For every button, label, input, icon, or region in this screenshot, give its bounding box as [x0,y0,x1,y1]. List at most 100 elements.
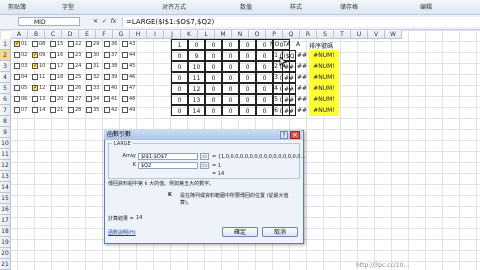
function-help-link[interactable]: 函數說明(H) [108,229,136,236]
array-input[interactable]: $I$1:$O$7 [138,153,198,160]
table-cell[interactable]: 0 [239,50,256,61]
result-cell[interactable]: #NUM! [309,83,339,94]
checkbox[interactable] [32,41,38,47]
checkbox[interactable] [104,74,110,80]
row-header[interactable]: 10 [0,138,11,149]
ta-cell[interactable]: ## [282,94,296,105]
checkbox[interactable] [32,84,38,91]
cancel-icon[interactable]: ✕ [92,18,99,25]
checkbox[interactable] [68,74,74,80]
column-header[interactable]: Q [283,30,300,39]
row-header[interactable]: 2 [0,50,11,61]
table-cell[interactable]: 0 [205,61,222,72]
table-cell[interactable]: 0 [239,39,256,50]
collapse-dialog-icon[interactable]: ▭ [200,153,209,160]
checkbox[interactable] [50,41,56,47]
table-cell[interactable]: 0 [171,72,188,83]
k-input[interactable]: $Q2 [138,162,198,169]
result-cell[interactable]: #NUM! [309,61,339,72]
checkbox[interactable] [14,107,20,113]
column-header[interactable]: U [351,30,368,39]
row-header[interactable]: 17 [0,215,11,226]
row-header[interactable]: 12 [0,160,11,171]
checkbox[interactable] [14,74,20,80]
ribbon-group-alignment[interactable]: 对齐方式 [162,2,186,11]
column-header[interactable]: C [45,30,62,39]
result-cell[interactable]: #NUM! [309,50,339,61]
enter-icon[interactable]: ✓ [101,18,108,25]
checkbox[interactable] [104,41,110,47]
checkbox[interactable] [68,107,74,113]
table-cell[interactable]: 13 [188,94,205,105]
a-cell[interactable]: ## [296,50,308,61]
table-cell[interactable]: 0 [205,94,222,105]
a-cell[interactable]: ## [296,72,308,83]
checkbox[interactable] [32,74,38,80]
checkbox[interactable] [86,107,92,113]
ta-cell[interactable]: ## [282,83,296,94]
row-header[interactable]: 16 [0,204,11,215]
a-cell[interactable]: ## [296,105,308,116]
checkbox[interactable] [32,62,38,69]
no-cell[interactable]: 3 [270,72,282,83]
table-cell[interactable]: 0 [239,105,256,116]
table-cell[interactable]: 0 [205,105,222,116]
collapse-dialog-icon[interactable]: ▭ [200,162,209,169]
checkbox[interactable] [122,41,128,47]
checkbox[interactable] [32,96,38,102]
checkbox[interactable] [122,63,128,69]
column-header[interactable]: T [334,30,351,39]
checkbox[interactable] [104,107,110,113]
dialog-title[interactable]: 函數引數 [104,130,302,140]
table-cell[interactable]: 0 [222,83,239,94]
table-cell[interactable]: 0 [171,61,188,72]
checkbox[interactable] [104,96,110,102]
table-cell[interactable]: 0 [222,105,239,116]
close-icon[interactable]: ✕ [290,131,300,139]
ribbon-group-font[interactable]: 字型 [62,2,74,11]
checkbox[interactable] [50,63,56,69]
result-cell[interactable]: #NUM! [309,72,339,83]
column-header[interactable]: A [11,30,28,39]
no-cell[interactable]: 4 [270,83,282,94]
table-cell[interactable]: 0 [239,94,256,105]
checkbox[interactable] [68,52,74,58]
row-header[interactable]: 5 [0,83,11,94]
table-cell[interactable]: 10 [188,61,205,72]
a-cell[interactable]: ## [296,94,308,105]
checkbox[interactable] [122,74,128,80]
row-header[interactable]: 21 [0,259,11,270]
checkbox[interactable] [50,74,56,80]
column-header[interactable]: S [317,30,334,39]
column-header[interactable]: I [147,30,164,39]
checkbox[interactable] [32,51,38,58]
checkbox[interactable] [32,107,38,113]
checkbox[interactable] [86,41,92,47]
checkbox[interactable] [122,52,128,58]
table-cell[interactable]: 0 [222,61,239,72]
checkbox[interactable] [68,85,74,91]
table-cell[interactable]: 0 [171,83,188,94]
ribbon-group-cells[interactable]: 储存格 [340,2,358,11]
checkbox[interactable] [14,52,20,58]
column-header[interactable]: P [266,30,283,39]
checkbox[interactable] [50,52,56,58]
column-header[interactable]: M [215,30,232,39]
ribbon-group-styles[interactable]: 样式 [290,2,302,11]
a-cell[interactable]: ## [296,61,308,72]
no-cell[interactable]: 6 [270,105,282,116]
row-header[interactable]: 19 [0,237,11,248]
table-cell[interactable]: 0 [171,50,188,61]
no-cell[interactable]: 5 [270,94,282,105]
table-cell[interactable]: 0 [222,72,239,83]
table-cell[interactable]: 0 [171,105,188,116]
checkbox[interactable] [68,96,74,102]
checkbox[interactable] [50,85,56,91]
table-cell[interactable]: 0 [171,94,188,105]
table-cell[interactable]: 11 [188,72,205,83]
checkbox[interactable] [86,63,92,69]
table-cell[interactable]: 0 [205,72,222,83]
column-header[interactable]: L [198,30,215,39]
result-cell[interactable]: #NUM! [309,94,339,105]
a-cell[interactable]: ## [296,83,308,94]
